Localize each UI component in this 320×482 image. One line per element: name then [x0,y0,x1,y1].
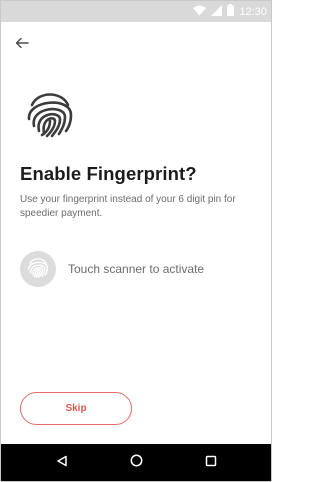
navigation-bar [1,444,271,481]
back-triangle-icon [56,454,68,472]
scanner-label: Touch scanner to activate [68,262,205,276]
nav-back-button[interactable] [42,444,82,481]
recents-square-icon [205,454,217,472]
nav-recents-button[interactable] [191,444,231,481]
fingerprint-scanner[interactable]: Touch scanner to activate [20,251,260,287]
fingerprint-icon [23,86,77,140]
status-bar: 12:30 [1,1,271,22]
status-icons: 12:30 [193,3,267,21]
battery-icon [227,3,235,21]
scanner-circle[interactable] [20,251,56,287]
skip-button[interactable]: Skip [20,392,132,425]
arrow-left-icon [12,37,34,56]
back-button[interactable] [12,34,34,52]
fingerprint-icon [26,255,50,284]
page-title: Enable Fingerprint? [20,163,197,184]
app-screen: 12:30 Enable Fingerprint? Use your finge… [0,0,272,482]
wifi-icon [193,3,207,21]
status-time: 12:30 [239,5,267,18]
home-circle-icon [130,454,143,472]
page-subtitle: Use your fingerprint instead of your 6 d… [20,194,236,219]
nav-home-button[interactable] [116,444,156,481]
cellular-signal-icon [211,3,223,21]
